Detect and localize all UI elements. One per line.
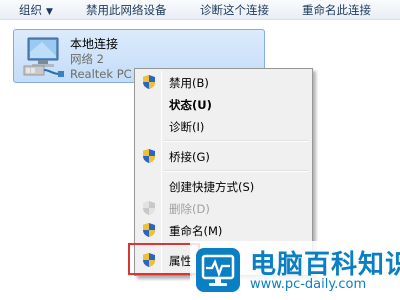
- rename-connection-button[interactable]: 重命名此连接: [302, 0, 371, 20]
- network-adapter-icon: [23, 37, 64, 77]
- organize-menu-button[interactable]: 组织 ▼: [19, 0, 53, 20]
- menu-item-bridge[interactable]: 桥接(G): [137, 145, 310, 167]
- shield-icon: [143, 223, 155, 237]
- menu-item-label: 桥接(G): [169, 150, 210, 164]
- watermark-url: www.pc-daily.com: [250, 277, 367, 292]
- monitor-logo-icon: [196, 248, 240, 292]
- connection-adapter: Realtek PC: [70, 67, 132, 81]
- connection-name: 本地连接: [70, 37, 119, 51]
- diagnose-connection-button[interactable]: 诊断这个连接: [200, 0, 269, 20]
- shield-icon: [143, 201, 155, 215]
- shield-icon: [143, 75, 155, 89]
- watermark-title: 电脑百科知识: [250, 250, 400, 280]
- connection-network: 网络 2: [70, 52, 104, 66]
- menu-item-disable[interactable]: 禁用(B): [137, 71, 310, 93]
- menu-separator: [165, 140, 308, 142]
- disable-device-button[interactable]: 禁用此网络设备: [86, 0, 167, 20]
- menu-item-label: 禁用(B): [169, 76, 209, 90]
- watermark: 电脑百科知识 www.pc-daily.com: [190, 241, 400, 300]
- chevron-down-icon: ▼: [46, 6, 53, 17]
- menu-item-label: 状态(U): [169, 98, 212, 112]
- menu-separator: [165, 170, 308, 172]
- menu-item-label: 诊断(I): [169, 120, 205, 134]
- menu-item-diagnose[interactable]: 诊断(I): [137, 115, 310, 137]
- menu-item-label: 创建快捷方式(S): [169, 180, 255, 194]
- menu-item-label: 重命名(M): [169, 224, 223, 238]
- menu-item-label: 删除(D): [169, 202, 210, 216]
- organize-label: 组织: [19, 2, 42, 17]
- menu-item-delete: 删除(D): [137, 197, 310, 219]
- menu-item-status[interactable]: 状态(U): [137, 93, 310, 115]
- menu-item-create-shortcut[interactable]: 创建快捷方式(S): [137, 175, 310, 197]
- command-bar: 组织 ▼ 禁用此网络设备 诊断这个连接 重命名此连接: [0, 0, 400, 20]
- menu-item-rename[interactable]: 重命名(M): [137, 219, 310, 241]
- shield-icon: [143, 149, 155, 163]
